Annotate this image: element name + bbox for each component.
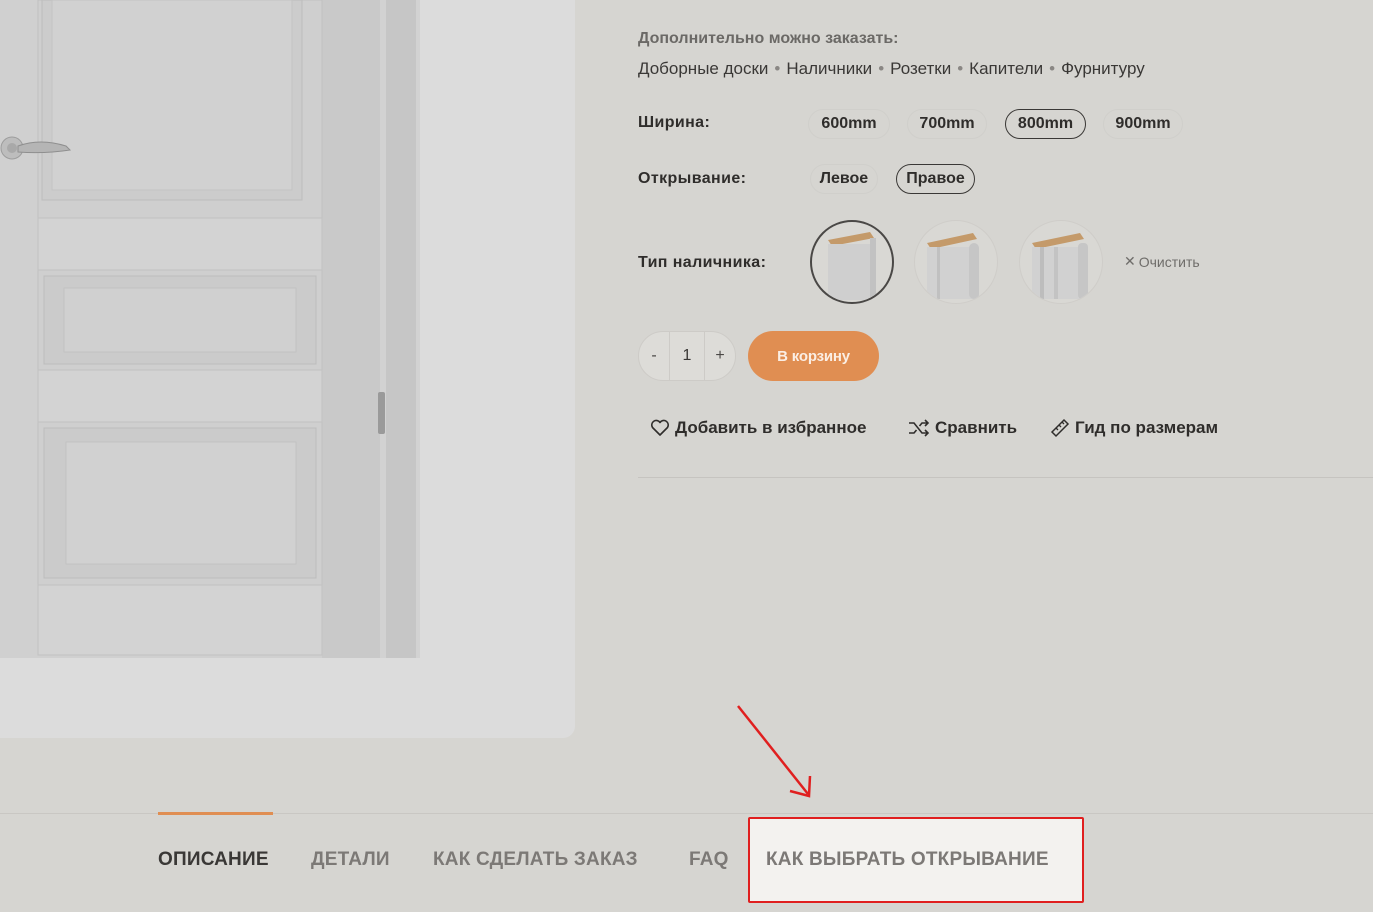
width-option-900[interactable]: 900mm [1103,109,1183,139]
extras-item[interactable]: Наличники [786,59,872,78]
extras-item[interactable]: Доборные доски [638,59,768,78]
separator-dot: • [878,59,885,78]
heart-icon [650,419,670,436]
compare-link[interactable]: Сравнить [908,418,1017,438]
product-image-card [0,0,575,738]
quantity-stepper: - 1 + [638,331,736,381]
wishlist-label: Добавить в избранное [675,418,867,437]
width-option-800[interactable]: 800mm [1005,109,1086,139]
divider [638,477,1373,478]
close-icon: ✕ [1124,253,1136,269]
shuffle-icon [909,419,930,437]
quantity-input[interactable]: 1 [669,332,705,380]
casing-swatch-flat[interactable] [810,220,894,304]
casing-swatch-rounded[interactable] [914,220,998,304]
tab-details[interactable]: ДЕТАЛИ [311,849,390,871]
tab-faq[interactable]: FAQ [689,849,729,871]
compare-label: Сравнить [935,418,1018,437]
tab-how-to-order[interactable]: КАК СДЕЛАТЬ ЗАКАЗ [433,849,638,871]
extras-item[interactable]: Капители [969,59,1043,78]
opening-option-left[interactable]: Левое [810,164,878,194]
flat-casing-icon [828,232,876,300]
quantity-minus-button[interactable]: - [639,347,669,365]
separator-dot: • [1049,59,1056,78]
tab-how-to-choose-opening[interactable]: КАК ВЫБРАТЬ ОТКРЫВАНИЕ [766,849,1049,871]
wishlist-link[interactable]: Добавить в избранное [650,418,866,438]
quantity-plus-button[interactable]: + [705,347,735,365]
size-guide-label: Гид по размерам [1075,418,1219,437]
extras-item[interactable]: Розетки [890,59,951,78]
rounded-casing-icon [927,233,979,299]
add-to-cart-button[interactable]: В корзину [748,331,879,381]
door-image [0,0,420,658]
clear-label: Очистить [1138,253,1200,270]
width-option-700[interactable]: 700mm [907,109,987,139]
width-label: Ширина: [638,114,711,131]
extras-list: Доборные доски • Наличники • Розетки • Капител… [638,59,1145,79]
opening-option-right[interactable]: Правое [896,164,975,194]
clear-selection-link[interactable]: ✕ Очистить [1124,253,1200,270]
active-tab-indicator [158,812,273,815]
tab-description[interactable]: ОПИСАНИЕ [158,849,269,871]
separator-dot: • [774,59,781,78]
casing-label: Тип наличника: [638,254,767,271]
size-guide-link[interactable]: Гид по размерам [1050,418,1218,438]
profiled-casing-icon [1032,233,1088,299]
extras-item[interactable]: Фурнитуру [1061,59,1145,78]
opening-label: Открывание: [638,170,747,187]
casing-swatch-profiled[interactable] [1019,220,1103,304]
width-option-600[interactable]: 600mm [808,109,890,139]
separator-dot: • [957,59,964,78]
extras-title: Дополнительно можно заказать: [638,30,899,47]
ruler-icon [1050,418,1070,438]
